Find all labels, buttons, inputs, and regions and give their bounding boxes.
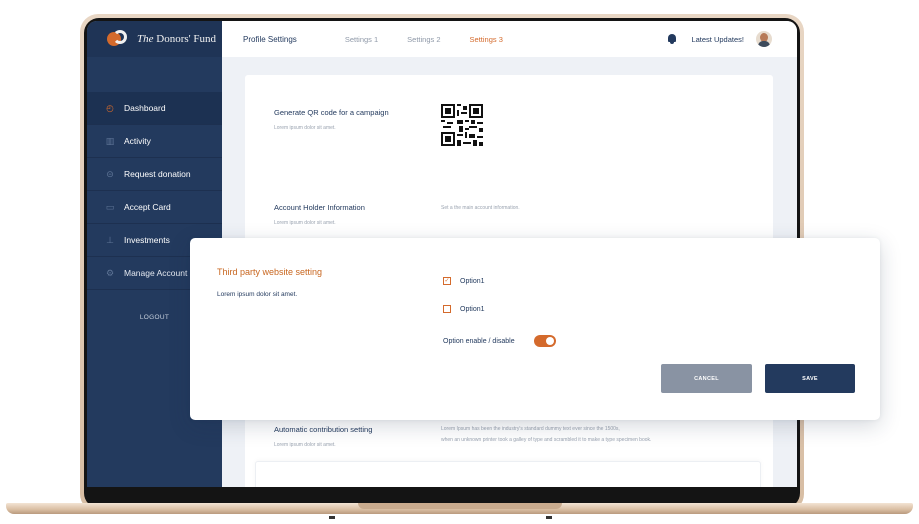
sidebar-item-dashboard[interactable]: ◴ Dashboard — [87, 92, 222, 125]
qr-section-subtitle: Lorem ipsum dolor sit amet. — [274, 125, 336, 131]
account-holder-note: Set a the main account information. — [441, 205, 520, 211]
auto-contribution-subtitle: Lorem ipsum dolor sit amet. — [274, 442, 336, 448]
tab-settings-2[interactable]: Settings 2 — [407, 35, 440, 44]
gauge-icon: ◴ — [106, 102, 114, 113]
qr-section-title: Generate QR code for a campaign — [274, 108, 389, 117]
avatar[interactable] — [756, 31, 772, 47]
panel-subtitle: Lorem ipsum dolor sit amet. — [217, 291, 298, 298]
gear-icon: ⚙ — [105, 267, 115, 278]
qr-code-icon[interactable] — [441, 104, 483, 146]
option-1-checkbox-row[interactable]: ✓ Option1 — [443, 277, 485, 285]
enable-toggle-row: Option enable / disable — [443, 335, 556, 347]
bell-icon[interactable] — [667, 33, 677, 45]
top-nav: Profile Settings Settings 1 Settings 2 S… — [222, 21, 797, 57]
auto-contribution-desc-2: when an unknown printer took a galley of… — [441, 437, 652, 443]
growth-icon: ⊥ — [106, 234, 114, 245]
option-2-label: Option1 — [460, 305, 485, 313]
sidebar-item-label: Investments — [124, 235, 170, 245]
option-1-label: Option1 — [460, 277, 485, 285]
account-holder-title: Account Holder Information — [274, 203, 365, 212]
sidebar-item-label: Manage Account — [124, 268, 188, 278]
logo-text: The Donors' Fund — [137, 33, 216, 45]
toggle-label: Option enable / disable — [443, 337, 515, 345]
panel-title: Third party website setting — [217, 267, 323, 277]
logo-mark-icon — [107, 30, 129, 48]
credit-card-icon: ▭ — [105, 201, 115, 212]
sidebar-item-accept-card[interactable]: ▭ Accept Card — [87, 191, 222, 224]
checkbox-unchecked-icon[interactable] — [443, 305, 451, 313]
auto-contribution-desc-1: Lorem Ipsum has been the industry's stan… — [441, 426, 620, 432]
logo[interactable]: The Donors' Fund — [87, 21, 222, 57]
latest-updates-link[interactable]: Latest Updates! — [691, 35, 744, 44]
cancel-button[interactable]: CANCEL — [661, 364, 752, 393]
auto-contribution-title: Automatic contribution setting — [274, 425, 373, 434]
laptop-foot — [329, 516, 335, 519]
hand-coin-icon: ⊝ — [106, 168, 114, 179]
save-button[interactable]: SAVE — [765, 364, 855, 393]
sidebar-item-label: Accept Card — [124, 202, 171, 212]
bar-chart-icon: ▥ — [105, 135, 115, 146]
laptop-foot — [546, 516, 552, 519]
account-holder-subtitle: Lorem ipsum dolor sit amet. — [274, 220, 336, 226]
sidebar-item-label: Activity — [124, 136, 151, 146]
header-actions: Latest Updates! — [667, 21, 772, 57]
tab-settings-1[interactable]: Settings 1 — [345, 35, 378, 44]
next-settings-card — [255, 461, 761, 487]
sidebar-item-activity[interactable]: ▥ Activity — [87, 125, 222, 158]
tab-profile-settings[interactable]: Profile Settings — [243, 35, 297, 44]
sidebar-item-request-donation[interactable]: ⊝ Request donation — [87, 158, 222, 191]
laptop-mockup: The Donors' Fund ◴ Dashboard ▥ Activity … — [0, 0, 919, 524]
option-2-checkbox-row[interactable]: Option1 — [443, 305, 485, 313]
sidebar-item-label: Dashboard — [124, 103, 166, 113]
enable-toggle[interactable] — [533, 335, 556, 347]
tab-settings-3[interactable]: Settings 3 — [470, 35, 503, 44]
laptop-notch — [358, 503, 562, 509]
checkbox-checked-icon[interactable]: ✓ — [443, 277, 451, 285]
third-party-settings-panel: Third party website setting Lorem ipsum … — [190, 238, 880, 420]
sidebar-item-label: Request donation — [124, 169, 191, 179]
